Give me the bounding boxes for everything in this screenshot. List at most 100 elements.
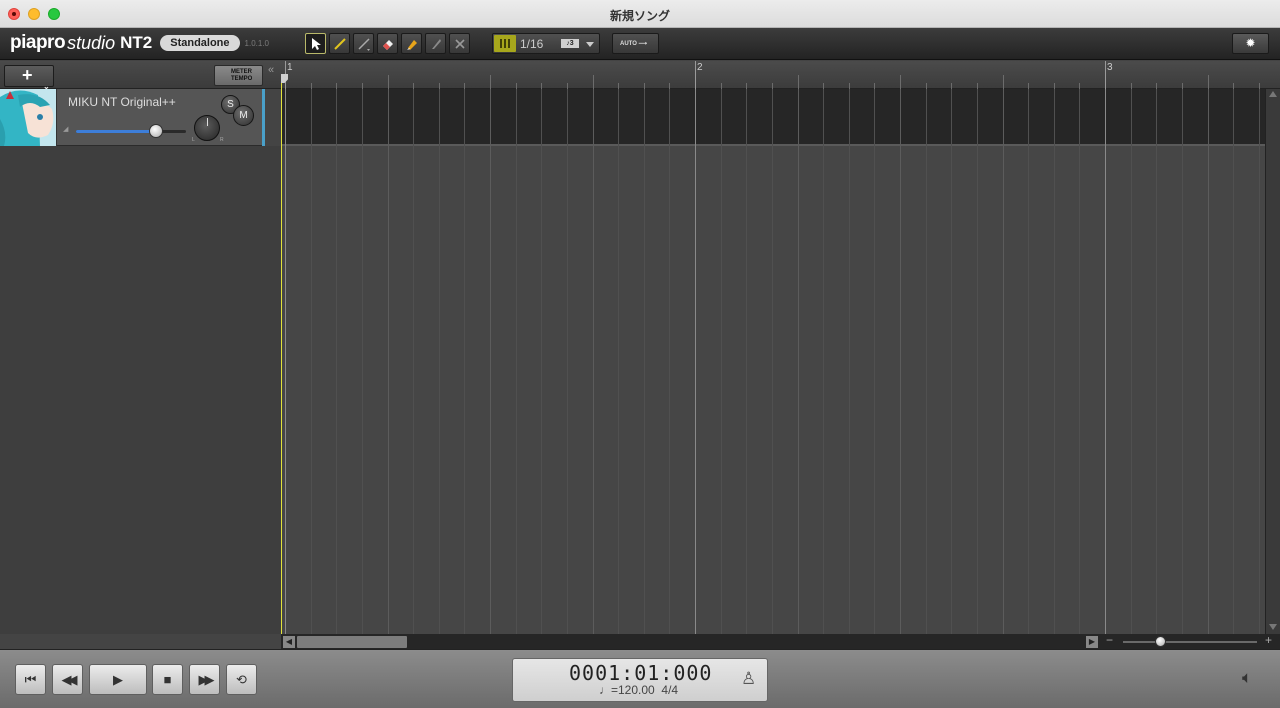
mute-tool-button[interactable] <box>449 33 470 54</box>
select-tool-button[interactable] <box>305 33 326 54</box>
grid-line <box>772 89 773 634</box>
grid-line <box>1208 89 1209 634</box>
chevron-down-icon[interactable] <box>586 42 594 47</box>
grid-line <box>1079 89 1080 634</box>
bar-number-3: 3 <box>1107 62 1113 73</box>
grid-line <box>593 89 594 634</box>
horizontal-scroll-thumb[interactable] <box>297 636 407 648</box>
metronome-icon[interactable]: ♙ <box>741 669 756 689</box>
grid-line <box>311 89 312 634</box>
meter-tempo-button[interactable]: METER TEMPO <box>214 65 263 86</box>
grid-line <box>285 89 286 634</box>
grid-line <box>541 89 542 634</box>
timeline-ruler[interactable]: 1 2 3 <box>280 61 1280 89</box>
window-title: 新規ソング <box>609 9 670 23</box>
scroll-up-arrow-icon[interactable] <box>1269 91 1277 97</box>
zoom-in-icon[interactable]: + <box>1265 633 1272 647</box>
arrow-cursor-icon <box>311 37 321 50</box>
grid-line <box>516 89 517 634</box>
grid-line <box>336 89 337 634</box>
track-selection-edge <box>262 89 265 146</box>
skip-start-icon: ⏮ <box>24 672 37 687</box>
stop-icon: ■ <box>163 672 172 687</box>
meter-label: METER <box>231 69 252 75</box>
pan-left-label: L <box>192 137 195 143</box>
track-name[interactable]: MIKU NT Original++ <box>68 95 176 109</box>
mute-button[interactable]: M <box>233 105 254 126</box>
triplet-toggle[interactable]: ♪3 <box>561 39 579 48</box>
line-icon <box>357 37 370 51</box>
fast-forward-button[interactable]: ▶▶ <box>189 664 220 695</box>
scroll-down-arrow-icon[interactable] <box>1269 624 1277 630</box>
grid-line <box>1156 89 1157 634</box>
speaker-icon[interactable]: 🔈︎ <box>1242 668 1252 688</box>
volume-fill <box>76 130 156 133</box>
knife-tool-button[interactable] <box>425 33 446 54</box>
horizontal-scrollbar[interactable]: ◀ ▶ <box>281 634 1101 649</box>
grid-line <box>1105 89 1106 634</box>
playhead-line[interactable] <box>281 74 282 634</box>
highlighter-tool-button[interactable] <box>401 33 422 54</box>
highlighter-icon <box>406 39 417 50</box>
grid-line <box>874 89 875 634</box>
collapse-panel-button[interactable]: « <box>268 64 274 76</box>
pan-knob[interactable] <box>194 115 220 141</box>
grid-line <box>926 89 927 634</box>
grid-line <box>669 89 670 634</box>
grid-line <box>388 89 389 634</box>
grid-line <box>413 89 414 634</box>
settings-button[interactable]: ✹ <box>1232 33 1269 54</box>
time-position[interactable]: 0001:01:000 <box>569 661 712 685</box>
title-bar: 新規ソング <box>0 0 1280 28</box>
stop-button[interactable]: ■ <box>152 664 183 695</box>
ruler-tick <box>695 61 696 89</box>
ruler-tick <box>1003 75 1004 89</box>
track-lane[interactable] <box>281 89 1265 146</box>
rewind-button[interactable]: ◀◀ <box>52 664 83 695</box>
pencil-tool-button[interactable] <box>329 33 350 54</box>
zoom-thumb[interactable] <box>1155 636 1166 647</box>
play-icon: ▶ <box>113 672 123 687</box>
eraser-tool-button[interactable] <box>377 33 398 54</box>
track-row[interactable]: MIKU NT Original++ S M ◢ L R <box>0 89 264 146</box>
transport-bar: ⏮ ◀◀ ▶ ■ ▶▶ ⟲ 0001:01:000 ♩=120.00 4/4 ♙ 🔈︎ <box>0 649 1280 708</box>
loop-button[interactable]: ⟲ <box>226 664 257 695</box>
ruler-tick <box>900 75 901 89</box>
ruler-tick <box>593 75 594 89</box>
zoom-slider[interactable] <box>1123 641 1257 643</box>
grid-line <box>1054 89 1055 634</box>
loop-icon: ⟲ <box>236 672 247 687</box>
main-toolbar: piapro studio NT2 Standalone 1.0.1.0 1/1… <box>0 28 1280 60</box>
auto-scroll-button[interactable]: AUTO ⟶ <box>612 33 659 54</box>
line-tool-button[interactable] <box>353 33 374 54</box>
grid-line <box>464 89 465 634</box>
snap-selector[interactable]: 1/16 ♪3 <box>492 33 600 54</box>
gear-icon: ✹ <box>1245 36 1256 50</box>
singer-avatar <box>0 89 57 146</box>
version-label: 1.0.1.0 <box>244 38 269 48</box>
play-button[interactable]: ▶ <box>89 664 147 695</box>
arrangement-grid[interactable] <box>281 89 1265 634</box>
tempo-meter[interactable]: ♩=120.00 4/4 <box>599 683 678 697</box>
volume-slider[interactable] <box>76 124 186 138</box>
grid-line <box>644 89 645 634</box>
zoom-out-icon[interactable]: − <box>1106 633 1113 647</box>
grid-line <box>1003 89 1004 634</box>
logo-nt: NT2 <box>120 33 153 52</box>
vertical-scrollbar[interactable] <box>1265 89 1280 634</box>
grid-line <box>798 89 799 634</box>
ruler-tick <box>798 75 799 89</box>
grid-line <box>1233 89 1234 634</box>
snap-value: 1/16 <box>520 37 544 51</box>
track-list-empty-area <box>0 146 281 634</box>
pencil-icon <box>333 37 346 50</box>
app-logo: piapro studio NT2 Standalone 1.0.1.0 <box>10 32 269 54</box>
grid-line <box>618 89 619 634</box>
volume-thumb[interactable] <box>149 124 163 138</box>
scroll-right-arrow-icon[interactable]: ▶ <box>1086 636 1098 648</box>
go-to-start-button[interactable]: ⏮ <box>15 664 46 695</box>
add-track-button[interactable]: + ⌄ <box>4 65 54 91</box>
meter-value: 4/4 <box>661 683 679 697</box>
scroll-left-arrow-icon[interactable]: ◀ <box>283 636 295 648</box>
grid-line <box>823 89 824 634</box>
